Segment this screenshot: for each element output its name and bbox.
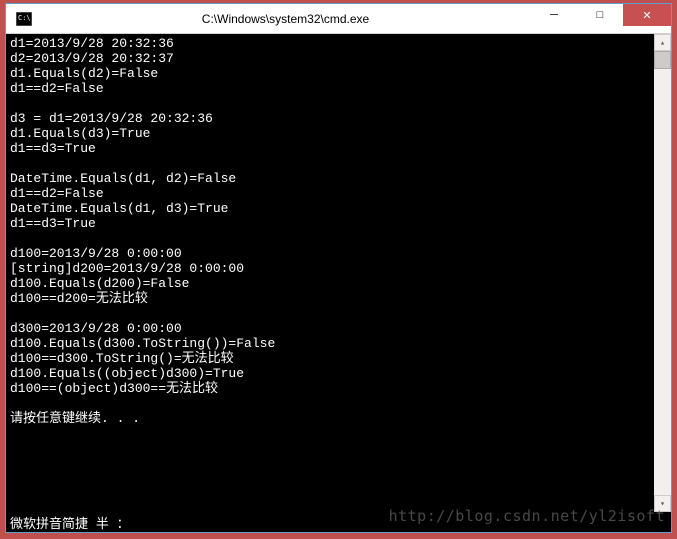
ime-text: 微软拼音简捷 半 ： (10, 513, 130, 532)
cmd-window: C:\ C:\Windows\system32\cmd.exe ─ □ ✕ d1… (5, 3, 672, 533)
cmd-icon: C:\ (14, 11, 34, 27)
close-button[interactable]: ✕ (623, 4, 671, 26)
svg-text:C:\: C:\ (18, 14, 31, 22)
minimize-button[interactable]: ─ (531, 4, 577, 26)
scroll-up-button[interactable]: ▴ (654, 34, 671, 51)
window-title: C:\Windows\system32\cmd.exe (40, 12, 531, 26)
scroll-down-button[interactable]: ▾ (654, 495, 671, 512)
vertical-scrollbar[interactable]: ▴ ▾ (654, 34, 671, 512)
console-output[interactable]: d1=2013/9/28 20:32:36 d2=2013/9/28 20:32… (6, 34, 654, 512)
scrollbar-track[interactable] (654, 51, 671, 495)
titlebar[interactable]: C:\ C:\Windows\system32\cmd.exe ─ □ ✕ (6, 4, 671, 34)
ime-status-bar: 微软拼音简捷 半 ： (6, 512, 671, 532)
scrollbar-thumb[interactable] (654, 51, 671, 69)
maximize-button[interactable]: □ (577, 4, 623, 26)
window-controls: ─ □ ✕ (531, 4, 671, 33)
console-area: d1=2013/9/28 20:32:36 d2=2013/9/28 20:32… (6, 34, 671, 512)
